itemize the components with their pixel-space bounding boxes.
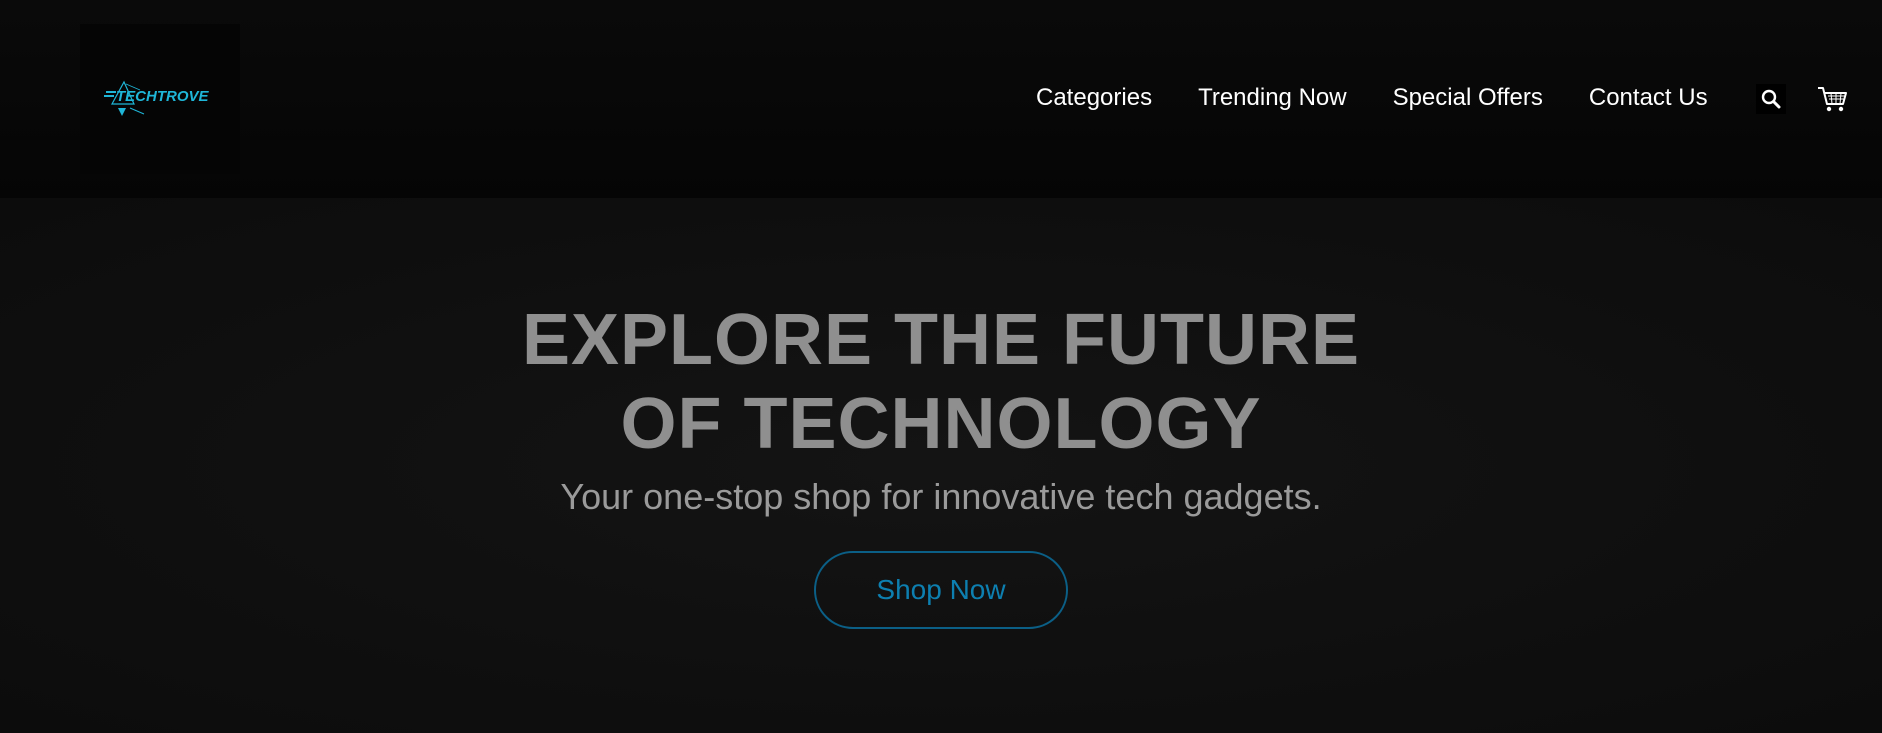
hero-title: EXPLORE THE FUTURE OF TECHNOLOGY — [0, 298, 1882, 466]
search-icon — [1761, 89, 1781, 109]
cart-button[interactable] — [1815, 84, 1849, 114]
search-button[interactable] — [1756, 84, 1786, 114]
site-header: TECHTROVE Categories Trending Now Specia… — [0, 0, 1882, 198]
nav-contact-us[interactable]: Contact Us — [1589, 82, 1708, 114]
hero-title-line-2: OF TECHNOLOGY — [620, 384, 1262, 464]
nav-special-offers[interactable]: Special Offers — [1393, 82, 1543, 114]
shop-now-button[interactable]: Shop Now — [814, 551, 1068, 629]
nav-trending-now[interactable]: Trending Now — [1198, 82, 1347, 114]
brand-logo[interactable]: TECHTROVE — [80, 24, 240, 174]
nav-categories[interactable]: Categories — [1036, 82, 1152, 114]
hero-section: EXPLORE THE FUTURE OF TECHNOLOGY Your on… — [0, 198, 1882, 733]
cart-icon — [1818, 87, 1847, 112]
main-nav: Categories Trending Now Special Offers C… — [1036, 82, 1754, 114]
logo-mark-icon: TECHTROVE — [104, 80, 210, 116]
logo-text: TECHTROVE — [116, 88, 210, 105]
hero-subtitle: Your one-stop shop for innovative tech g… — [560, 476, 1322, 517]
hero-title-line-1: EXPLORE THE FUTURE — [521, 300, 1361, 380]
